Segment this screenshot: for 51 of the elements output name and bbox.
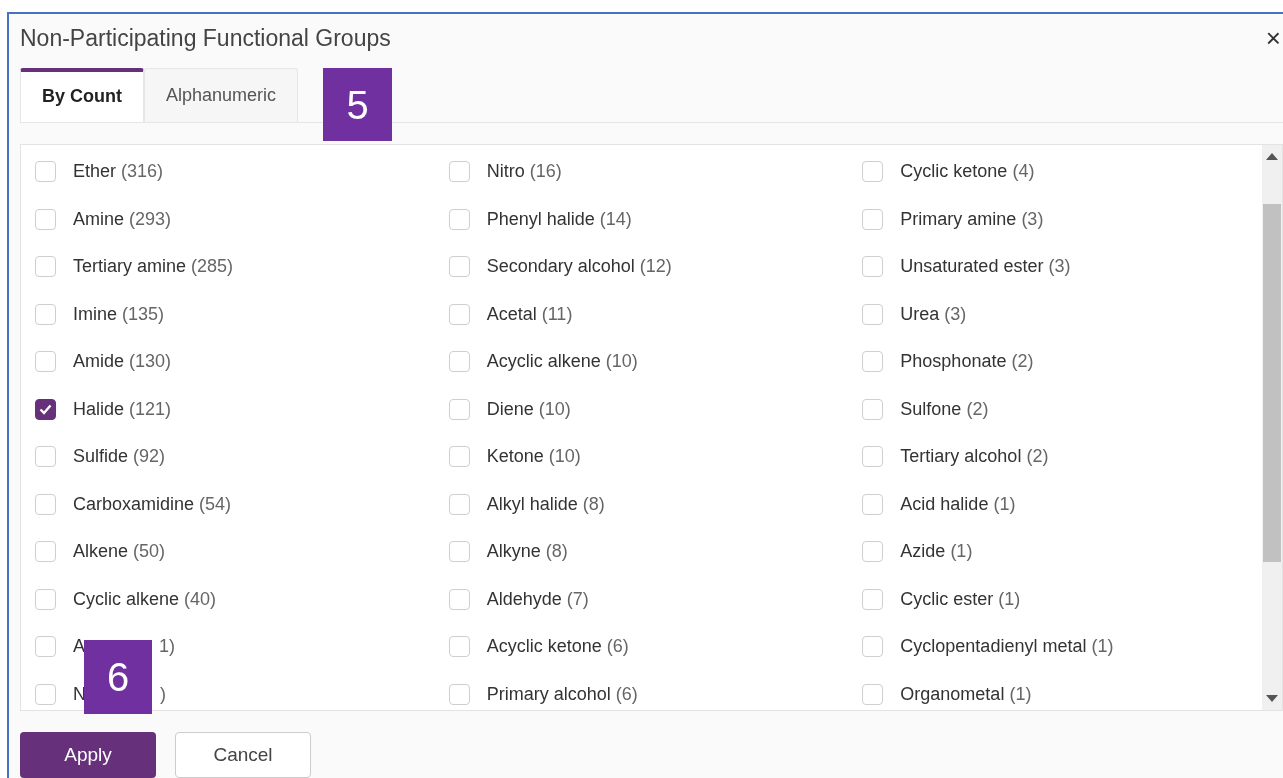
- item-label: Tertiary amine (285): [73, 255, 234, 279]
- item-label: Phosphonate (2): [900, 350, 1034, 374]
- item-label: Alkyne (8): [486, 540, 568, 564]
- item-label: Amide (130): [73, 350, 172, 374]
- item-label: Acetal (11): [486, 302, 573, 326]
- item-label: Ketone (10): [486, 445, 581, 469]
- item-label: Acid halide (1): [900, 492, 1016, 516]
- item-label: A: [73, 635, 85, 659]
- item-label: Aldehyde (7): [486, 587, 589, 611]
- item-label: Alkene (50): [73, 540, 166, 564]
- item-label: Imine (135): [73, 302, 165, 326]
- callout-badge: 5: [323, 68, 392, 141]
- checkbox[interactable]: [35, 398, 56, 420]
- apply-button[interactable]: Apply: [20, 732, 156, 778]
- item-label: Tertiary alcohol (2): [900, 445, 1049, 469]
- scrollbar-thumb[interactable]: [1263, 204, 1281, 562]
- item-label: Cyclopentadienyl metal (1): [900, 635, 1114, 659]
- item-label: Secondary alcohol (12): [486, 255, 672, 279]
- cancel-button[interactable]: Cancel: [175, 732, 311, 778]
- callout-badge: 6: [84, 640, 152, 714]
- checkmark-icon: [39, 403, 52, 415]
- item-label: Cyclic ketone (4): [900, 160, 1035, 184]
- item-label: Acyclic ketone (6): [486, 635, 629, 659]
- item-label: Phenyl halide (14): [486, 207, 632, 231]
- tab[interactable]: Alphanumeric: [144, 67, 299, 122]
- item-label: Cyclic ester (1): [900, 587, 1021, 611]
- item-label: Amine (293): [73, 207, 172, 231]
- item-label: Ether (316): [73, 160, 164, 184]
- item-label: Primary amine (3): [900, 207, 1044, 231]
- item-count: ): [160, 682, 166, 706]
- item-label: Urea (3): [900, 302, 967, 326]
- close-button[interactable]: ×: [1265, 24, 1281, 51]
- item-count: 1): [159, 635, 176, 659]
- scroll-up-icon[interactable]: [1266, 153, 1278, 160]
- item-label: Carboxamidine (54): [73, 492, 232, 516]
- item-label: Diene (10): [486, 397, 571, 421]
- item-label: Halide (121): [73, 397, 172, 421]
- item-label: Sulfone (2): [900, 397, 989, 421]
- tab[interactable]: By Count: [20, 67, 144, 122]
- dialog-title: Non-Participating Functional Groups: [20, 23, 391, 53]
- item-label: Alkyl halide (8): [486, 492, 605, 516]
- scroll-down-icon[interactable]: [1266, 695, 1278, 702]
- item-label: Primary alcohol (6): [486, 682, 638, 706]
- item-label: Nitro (16): [486, 160, 562, 184]
- item-label: Unsaturated ester (3): [900, 255, 1071, 279]
- item-label: Organometal (1): [900, 682, 1032, 706]
- item-label: Acyclic alkene (10): [486, 350, 638, 374]
- scrollbar[interactable]: [1262, 145, 1282, 710]
- item-label: Sulfide (92): [73, 445, 166, 469]
- item-label: Azide (1): [900, 540, 973, 564]
- item-label: Cyclic alkene (40): [73, 587, 217, 611]
